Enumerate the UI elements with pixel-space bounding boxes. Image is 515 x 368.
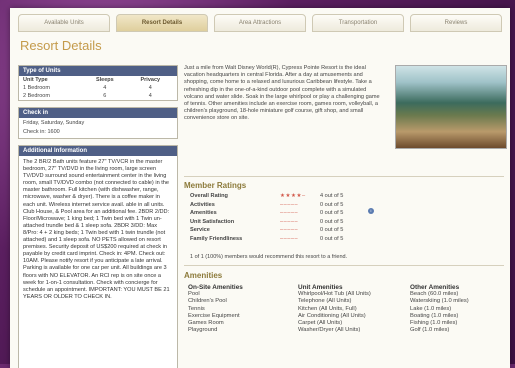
list-item: Telephone (All Units) — [298, 298, 352, 305]
list-item: Fishing (1.0 miles) — [410, 320, 458, 327]
rating-stars: ––––– — [280, 227, 299, 234]
privacy-cell: 4 — [148, 85, 152, 91]
rating-label: Amenities — [190, 210, 217, 217]
unit-amenities-column: Unit Amenities Whirlpool/Hot Tub (All Un… — [298, 284, 408, 334]
tab-bar: Available Units Resort Details Area Attr… — [10, 8, 510, 32]
rating-value: 4 out of 5 — [320, 193, 344, 199]
additional-info-header: Additional Information — [19, 146, 177, 156]
additional-info-text: The 2 BR/2 Bath units feature 27" TV/VCR… — [23, 159, 170, 300]
sleeps-cell: 4 — [103, 85, 107, 91]
sleeps-cell: 6 — [103, 93, 107, 99]
resort-photo[interactable] — [395, 65, 507, 149]
other-amenities-column: Other Amenities Beach (60.0 miles) Water… — [410, 284, 505, 334]
resort-panel: Available Units Resort Details Area Attr… — [10, 8, 510, 368]
list-item: Lake (1.0 miles) — [410, 305, 452, 312]
rating-label: Overall Rating — [190, 193, 228, 199]
resort-description: Just a mile from Walt Disney World(R), C… — [184, 65, 380, 122]
rating-label: Family Friendliness — [190, 236, 243, 242]
checkin-days: Friday, Saturday, Sunday — [23, 120, 85, 126]
list-item: Carpet (All Units) — [298, 320, 343, 327]
additional-info-box: Additional Information The 2 BR/2 Bath u… — [18, 145, 178, 368]
rating-row: Family Friendliness ––––– 0 out of 5 — [190, 236, 390, 242]
list-item: Games Room — [188, 320, 224, 327]
info-icon[interactable]: i — [368, 208, 374, 214]
rating-row: Overall Rating ★★★★– 4 out of 5 — [190, 193, 390, 199]
rating-stars: ––––– — [280, 236, 299, 242]
col-privacy: Privacy — [140, 77, 161, 83]
unit-type-cell: 2 Bedroom — [23, 93, 50, 99]
col-sleeps: Sleeps — [95, 77, 114, 83]
rating-row: Amenities ––––– 0 out of 5 — [190, 210, 390, 216]
unit-table-header: Unit Type Sleeps Privacy — [19, 76, 177, 84]
checkin-header: Check in — [19, 108, 177, 118]
list-item: Exercise Equipment — [188, 312, 240, 319]
rating-label: Service — [190, 227, 210, 234]
rating-row: Unit Satisfaction ––––– 0 out of 5 — [190, 219, 390, 225]
rating-value: 0 out of 5 — [320, 210, 344, 217]
page-title: Resort Details — [20, 38, 102, 53]
unit-amenities-header: Unit Amenities — [298, 284, 343, 291]
tab-resort-details[interactable]: Resort Details — [116, 14, 208, 32]
other-amenities-header: Other Amenities — [410, 284, 460, 291]
tab-available-units[interactable]: Available Units — [18, 14, 110, 32]
list-item: Children's Pool — [188, 298, 227, 305]
checkin-time: Check in: 1600 — [23, 129, 60, 135]
unit-types-box: Type of Units Unit Type Sleeps Privacy 1… — [18, 65, 178, 101]
list-item: Tennis — [188, 305, 205, 312]
rating-stars: ––––– — [280, 201, 299, 208]
list-item: Waterskiing (1.0 miles) — [410, 298, 469, 305]
left-column: Type of Units Unit Type Sleeps Privacy 1… — [18, 65, 178, 368]
rating-value: 0 out of 5 — [320, 227, 344, 234]
rating-stars: ––––– — [280, 210, 299, 217]
list-item: Air Conditioning (All Units) — [298, 312, 366, 319]
rating-value: 0 out of 5 — [320, 218, 344, 225]
rating-row: Activities ––––– 0 out of 5 — [190, 202, 390, 208]
list-item: Kitchen (All Units, Full) — [298, 305, 357, 312]
onsite-amenities-column: On-Site Amenities Pool Children's Pool T… — [188, 284, 293, 334]
onsite-amenities-header: On-Site Amenities — [188, 284, 243, 291]
table-row: 2 Bedroom 6 4 — [19, 92, 177, 100]
member-ratings-header: Member Ratings — [184, 181, 247, 190]
list-item: Pool — [188, 291, 200, 298]
amenities-header: Amenities — [184, 271, 223, 280]
col-unit-type: Unit Type — [23, 77, 48, 83]
recommend-note: 1 of 1 (100%) members would recommend th… — [190, 254, 348, 260]
table-row: 1 Bedroom 4 4 — [19, 84, 177, 92]
privacy-cell: 4 — [148, 93, 152, 99]
list-item: Whirlpool/Hot Tub (All Units) — [298, 291, 371, 298]
rating-value: 0 out of 5 — [320, 236, 344, 242]
list-item: Washer/Dryer (All Units) — [298, 327, 361, 334]
tab-reviews[interactable]: Reviews — [410, 14, 502, 32]
rating-stars: ––––– — [280, 218, 299, 225]
rating-label: Unit Satisfaction — [190, 218, 235, 225]
rating-row: Service ––––– 0 out of 5 — [190, 227, 390, 233]
list-item: Golf (1.0 miles) — [410, 327, 450, 334]
rating-stars: ★★★★– — [280, 193, 306, 199]
unit-types-header: Type of Units — [19, 66, 177, 76]
rating-label: Activities — [190, 201, 215, 208]
rating-value: 0 out of 5 — [320, 201, 344, 208]
divider — [184, 176, 504, 177]
list-item: Boating (1.0 miles) — [410, 312, 459, 319]
checkin-box: Check in Friday, Saturday, Sunday Check … — [18, 107, 178, 139]
tab-transportation[interactable]: Transportation — [312, 14, 404, 32]
tab-area-attractions[interactable]: Area Attractions — [214, 14, 306, 32]
unit-type-cell: 1 Bedroom — [23, 85, 50, 91]
list-item: Beach (60.0 miles) — [410, 291, 459, 298]
divider — [184, 265, 504, 266]
list-item: Playground — [188, 327, 218, 334]
